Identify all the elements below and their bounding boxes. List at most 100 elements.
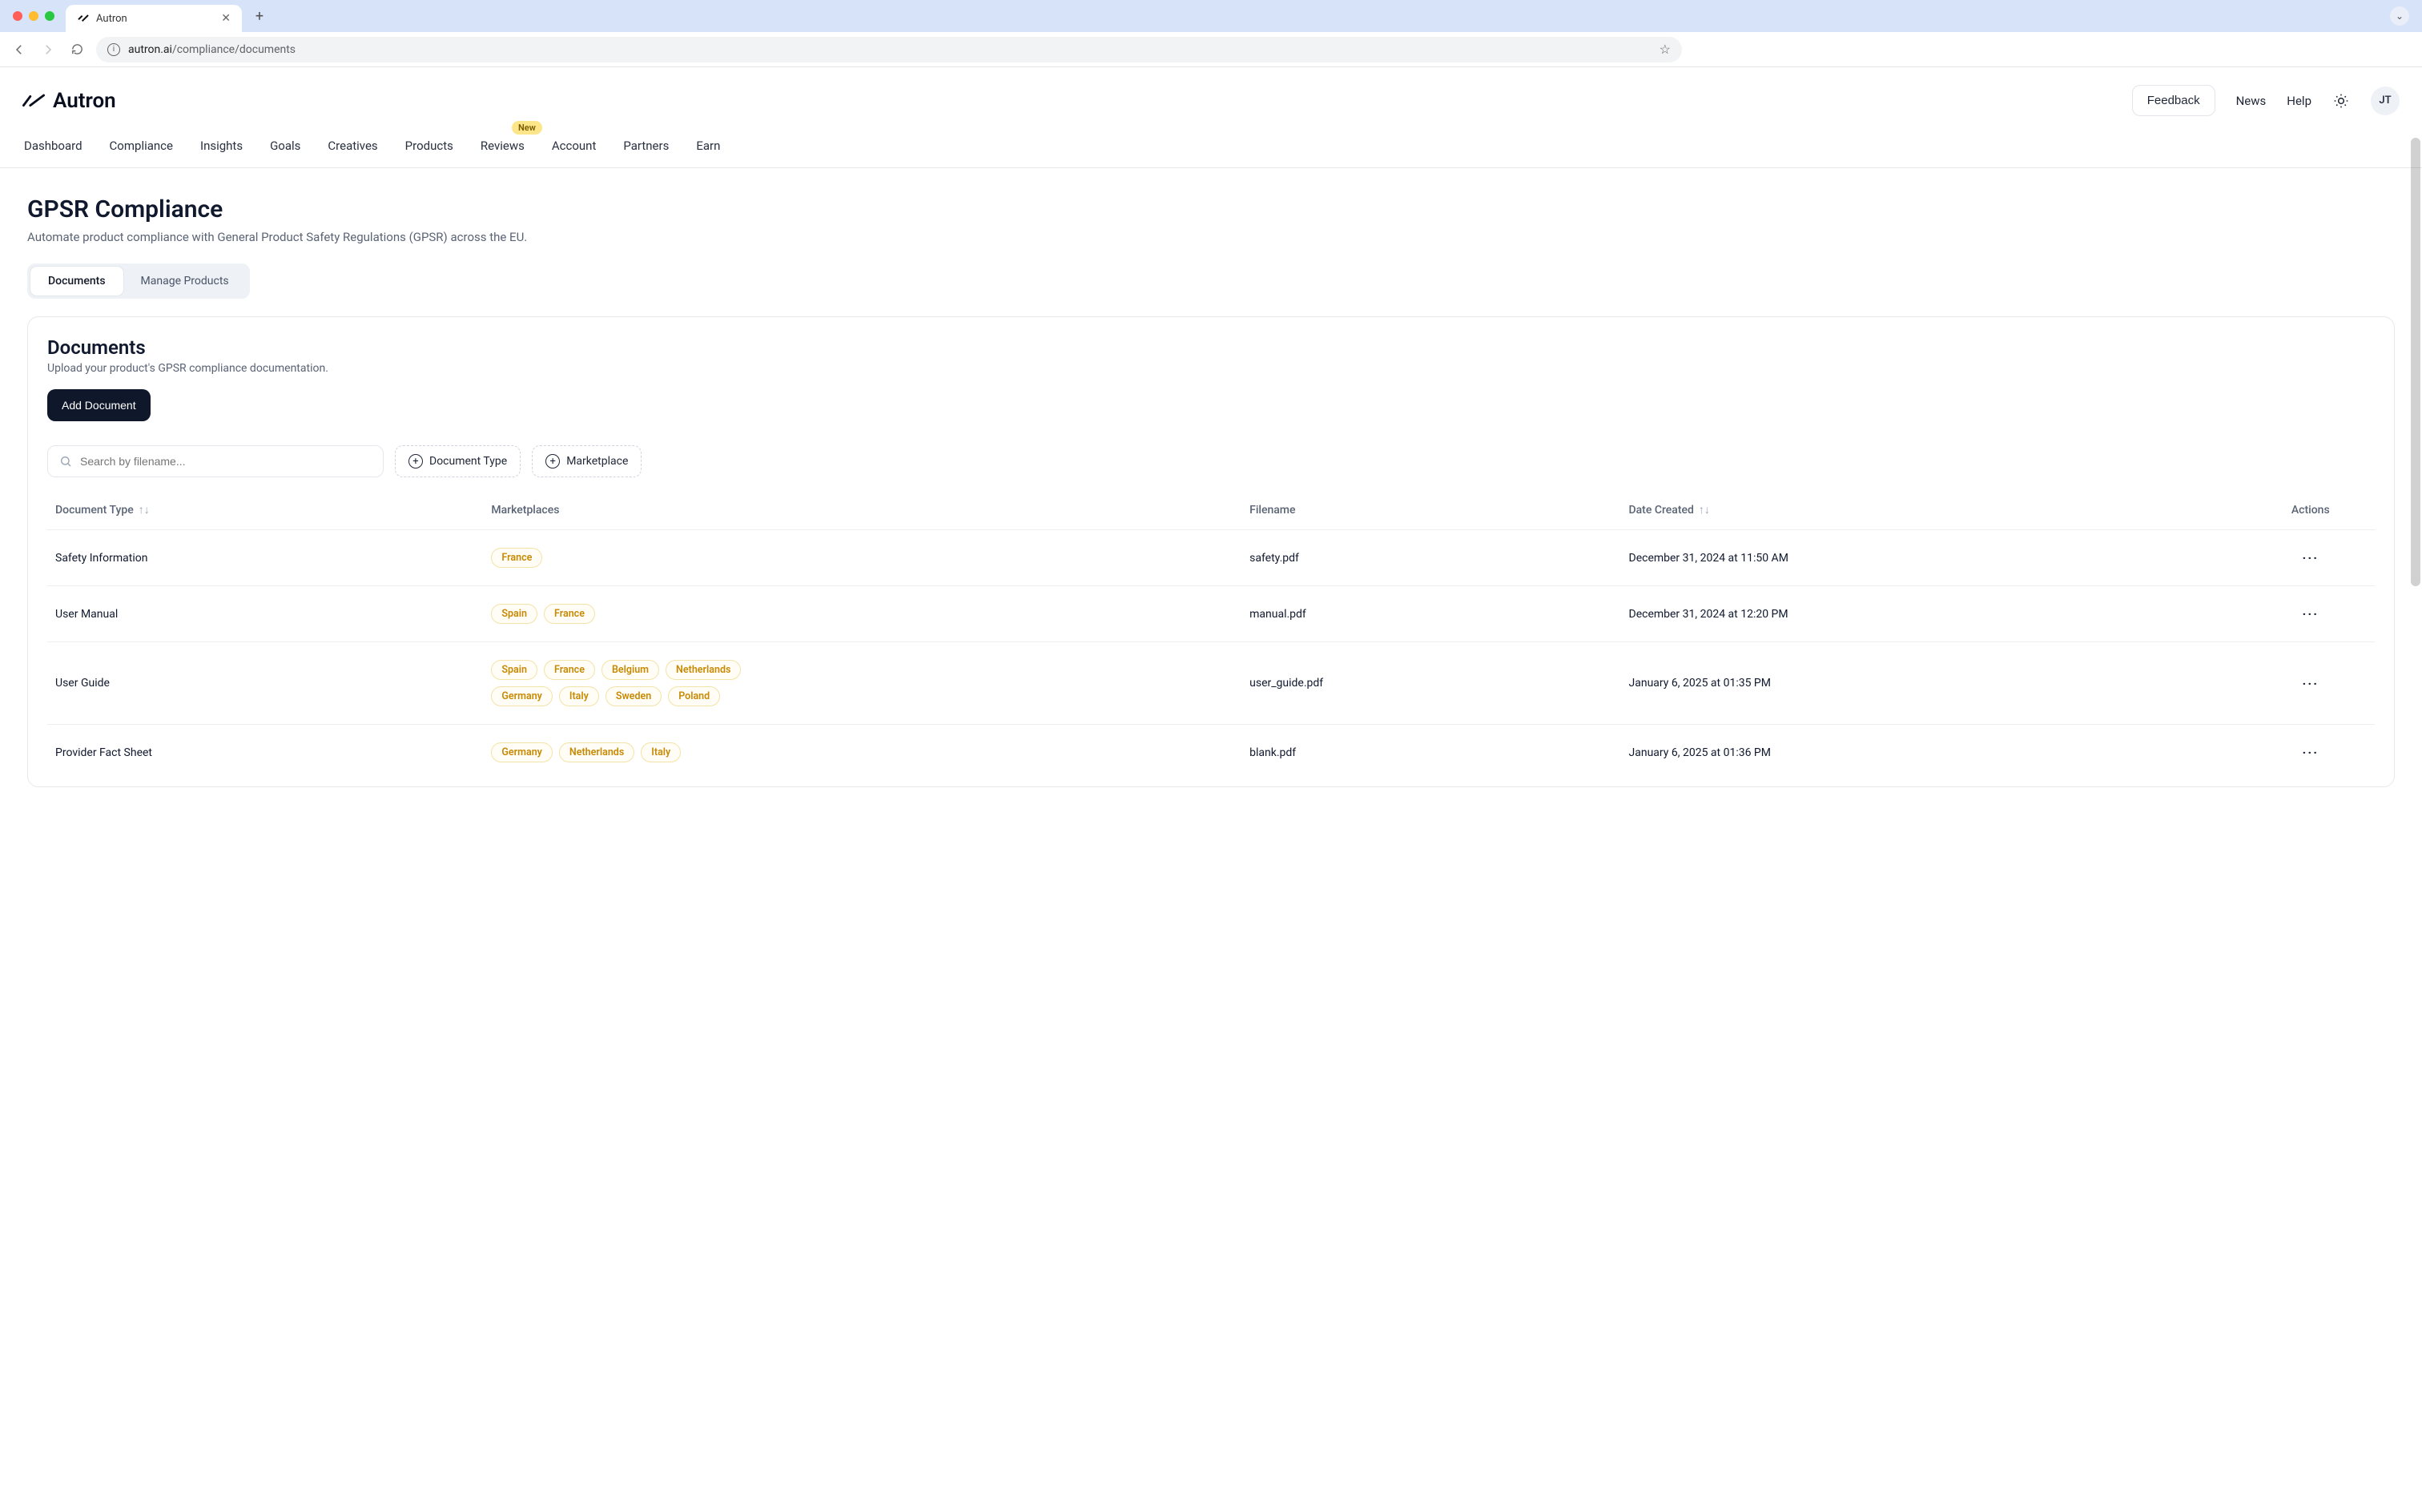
search-input-wrapper[interactable] [47, 445, 384, 477]
col-filename: Filename [1241, 490, 1620, 530]
cell-doc-type: User Manual [47, 586, 483, 642]
col-marketplaces: Marketplaces [483, 490, 1241, 530]
cell-filename: blank.pdf [1241, 725, 1620, 781]
scrollbar-thumb[interactable] [2411, 138, 2420, 586]
reload-button[interactable] [67, 40, 86, 59]
cell-filename: user_guide.pdf [1241, 642, 1620, 725]
theme-toggle-icon[interactable] [2332, 92, 2350, 110]
close-window-icon[interactable] [13, 11, 22, 21]
address-bar[interactable]: i autron.ai/compliance/documents ☆ [96, 37, 1682, 62]
marketplace-tag: Italy [559, 686, 599, 706]
table-row: User Manual Spain France manual.pdfDecember… [47, 586, 2375, 642]
more-icon[interactable]: ··· [2303, 745, 2319, 760]
search-icon [59, 455, 72, 468]
tab-favicon [77, 12, 90, 25]
row-actions[interactable]: ··· [2247, 586, 2375, 642]
close-tab-icon[interactable]: ✕ [221, 12, 231, 25]
marketplace-tag: France [544, 604, 595, 624]
filter-marketplace[interactable]: + Marketplace [532, 445, 642, 477]
marketplace-tag: Spain [491, 604, 537, 624]
cell-date: January 6, 2025 at 01:35 PM [1621, 642, 2247, 725]
nav-account[interactable]: Account [550, 129, 598, 167]
url-text: autron.ai/compliance/documents [128, 43, 296, 56]
table-row: Provider Fact SheetGermanyNetherlandsIta… [47, 725, 2375, 781]
row-actions[interactable]: ··· [2247, 530, 2375, 586]
marketplace-tag: France [491, 548, 542, 568]
help-link[interactable]: Help [2287, 94, 2311, 108]
feedback-button[interactable]: Feedback [2132, 85, 2215, 116]
nav-partners[interactable]: Partners [622, 129, 670, 167]
table-row: User Guide Spain France Belgium Netherlands G… [47, 642, 2375, 725]
card-description: Upload your product's GPSR compliance do… [47, 362, 2375, 375]
col-document-type[interactable]: Document Type↑↓ [47, 490, 483, 530]
more-icon[interactable]: ··· [2303, 606, 2319, 621]
row-actions[interactable]: ··· [2247, 642, 2375, 725]
marketplace-tag: Belgium [601, 660, 659, 680]
window-controls [8, 11, 59, 21]
marketplace-tag: Germany [491, 742, 553, 762]
plus-icon: + [408, 454, 423, 468]
marketplace-tag: Spain [491, 660, 537, 680]
brand-name: Autron [53, 89, 116, 113]
cell-doc-type: User Guide [47, 642, 483, 725]
documents-table: Document Type↑↓ Marketplaces Filename Da… [47, 490, 2375, 780]
nav-compliance[interactable]: Compliance [108, 129, 175, 167]
col-date-created[interactable]: Date Created↑↓ [1621, 490, 2247, 530]
page-title: GPSR Compliance [27, 195, 2395, 223]
marketplace-tag: France [544, 660, 595, 680]
forward-button[interactable] [38, 40, 58, 59]
marketplace-tag: Sweden [606, 686, 662, 706]
marketplace-tag: Poland [668, 686, 720, 706]
back-button[interactable] [10, 40, 29, 59]
nav-earn[interactable]: Earn [694, 129, 722, 167]
add-document-button[interactable]: Add Document [47, 389, 151, 421]
cell-date: December 31, 2024 at 11:50 AM [1621, 530, 2247, 586]
nav-creatives[interactable]: Creatives [326, 129, 379, 167]
search-input[interactable] [80, 455, 372, 468]
nav-reviews[interactable]: ReviewsNew [479, 129, 526, 167]
cell-filename: manual.pdf [1241, 586, 1620, 642]
maximize-window-icon[interactable] [45, 11, 54, 21]
sort-icon: ↑↓ [139, 504, 150, 517]
tab-manage-products[interactable]: Manage Products [123, 267, 247, 296]
app-viewport: Autron Feedback News Help JT Dashboard Co… [0, 67, 2422, 1512]
browser-tab[interactable]: Autron ✕ [66, 5, 242, 32]
col-actions: Actions [2247, 490, 2375, 530]
plus-icon: + [545, 454, 560, 468]
marketplace-tag: Netherlands [559, 742, 634, 762]
nav-insights[interactable]: Insights [199, 129, 244, 167]
cell-date: January 6, 2025 at 01:36 PM [1621, 725, 2247, 781]
nav-goals[interactable]: Goals [268, 129, 302, 167]
more-icon[interactable]: ··· [2303, 550, 2319, 565]
nav-products[interactable]: Products [404, 129, 455, 167]
segmented-control: Documents Manage Products [27, 263, 250, 299]
user-avatar[interactable]: JT [2371, 86, 2400, 115]
filter-document-type[interactable]: + Document Type [395, 445, 521, 477]
cell-doc-type: Safety Information [47, 530, 483, 586]
marketplace-tag: Germany [491, 686, 553, 706]
brand-logo[interactable]: Autron [22, 89, 116, 113]
cell-marketplaces: GermanyNetherlandsItaly [483, 725, 1241, 781]
news-link[interactable]: News [2236, 94, 2267, 108]
bookmark-icon[interactable]: ☆ [1660, 42, 1671, 57]
table-row: Safety Information France safety.pdfDecemb… [47, 530, 2375, 586]
marketplace-tag: Netherlands [666, 660, 741, 680]
tabs-overflow-button[interactable]: ⌄ [2390, 6, 2409, 26]
cell-doc-type: Provider Fact Sheet [47, 725, 483, 781]
new-badge: New [512, 121, 542, 135]
cell-marketplaces: Spain France [483, 586, 1241, 642]
more-icon[interactable]: ··· [2303, 676, 2319, 691]
tab-documents[interactable]: Documents [30, 267, 123, 296]
cell-date: December 31, 2024 at 12:20 PM [1621, 586, 2247, 642]
cell-marketplaces: Spain France Belgium Netherlands Germany Ital… [483, 642, 1241, 725]
new-tab-button[interactable]: + [248, 5, 271, 27]
main-nav: Dashboard Compliance Insights Goals Creative… [0, 124, 2422, 168]
card-title: Documents [47, 336, 2375, 359]
tab-title: Autron [96, 13, 215, 25]
cell-filename: safety.pdf [1241, 530, 1620, 586]
nav-dashboard[interactable]: Dashboard [22, 129, 84, 167]
documents-card: Documents Upload your product's GPSR com… [27, 316, 2395, 787]
minimize-window-icon[interactable] [29, 11, 38, 21]
row-actions[interactable]: ··· [2247, 725, 2375, 781]
site-info-icon[interactable]: i [107, 43, 120, 56]
